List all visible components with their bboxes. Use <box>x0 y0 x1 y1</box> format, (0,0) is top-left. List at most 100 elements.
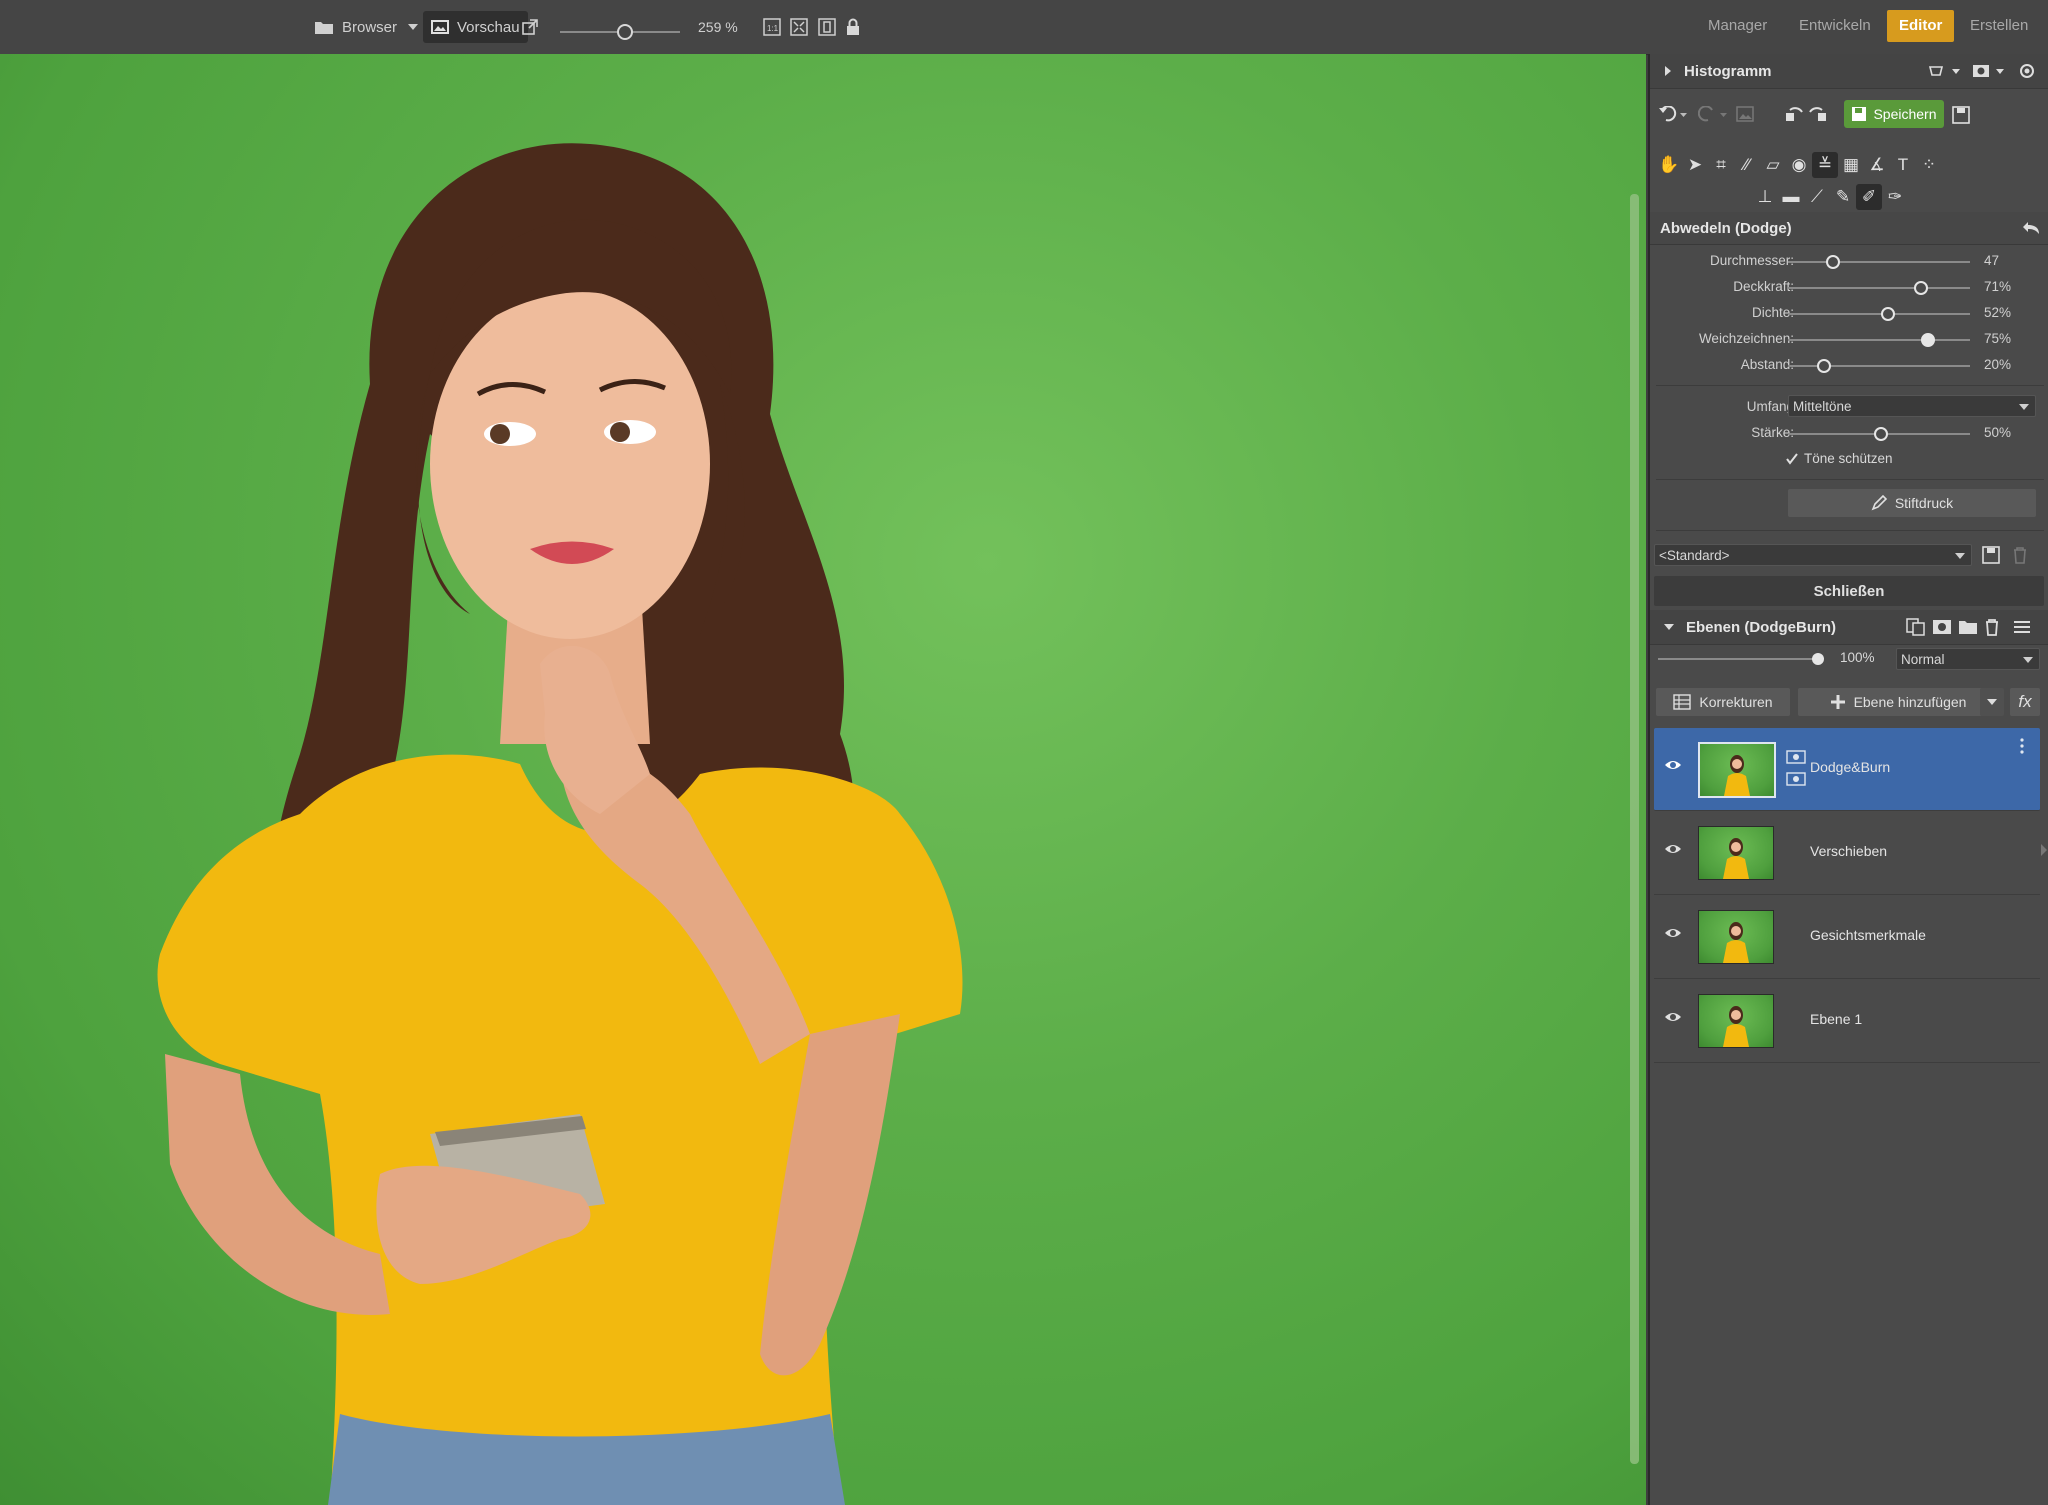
save-as-icon[interactable] <box>1952 106 1970 124</box>
slider-weichzeichnen[interactable]: Weichzeichnen: 75% <box>1650 326 2048 352</box>
vorschau-button[interactable]: Vorschau <box>423 11 528 43</box>
layer-thumbnail <box>1698 826 1774 880</box>
dodge-burn-tool-icon[interactable]: ≚ <box>1812 152 1838 178</box>
durchmesser-knob[interactable] <box>1826 255 1840 269</box>
layers-header[interactable]: Ebenen (DodgeBurn) <box>1650 610 2048 645</box>
mode-erstellen[interactable]: Erstellen <box>1958 10 2040 42</box>
visibility-eye-icon[interactable] <box>1664 759 1682 771</box>
svg-text:1:1: 1:1 <box>767 24 779 33</box>
more-tools-icon[interactable]: ⁘ <box>1916 152 1942 178</box>
gradient-tool-icon[interactable]: ∡ <box>1864 152 1890 178</box>
slider-dichte[interactable]: Dichte: 52% <box>1650 300 2048 326</box>
zoom-1-1-icon[interactable]: 1:1 <box>763 0 781 54</box>
dodge-brush-icon[interactable]: ✐ <box>1856 184 1882 210</box>
mode-entwickeln[interactable]: Entwickeln <box>1787 10 1883 42</box>
mask-display-icon[interactable] <box>1972 63 2008 79</box>
clone-stamp-icon[interactable]: ⊥ <box>1752 184 1778 210</box>
browser-button[interactable]: Browser <box>314 0 397 54</box>
original-image-icon[interactable] <box>1736 106 1754 122</box>
close-button[interactable]: Schließen <box>1654 576 2044 606</box>
fx-button[interactable]: fx <box>2010 688 2040 716</box>
layer-item-dodge-burn[interactable]: Dodge&Burn <box>1654 728 2040 811</box>
layer-name: Verschieben <box>1810 843 1888 859</box>
stiftdruck-button[interactable]: Stiftdruck <box>1788 489 2036 517</box>
mode-editor[interactable]: Editor <box>1887 10 1955 42</box>
delete-preset-icon[interactable] <box>2012 546 2028 564</box>
settings-gear-icon[interactable] <box>2018 62 2036 80</box>
reset-arrow-icon[interactable] <box>2022 221 2040 235</box>
weichzeichnen-knob[interactable] <box>1921 333 1935 347</box>
layer-item-ebene-1[interactable]: Ebene 1 <box>1654 980 2040 1063</box>
crop-icon[interactable]: ⌗ <box>1708 152 1734 178</box>
fit-screen-icon[interactable] <box>790 0 808 54</box>
save-button[interactable]: Speichern <box>1844 100 1944 128</box>
lock-icon[interactable] <box>846 0 860 54</box>
undo-icon[interactable] <box>1658 106 1688 122</box>
red-eye-icon[interactable]: ◉ <box>1786 152 1812 178</box>
text-tool-icon[interactable]: T <box>1890 152 1916 178</box>
eraser-icon[interactable]: ▬ <box>1778 184 1804 210</box>
staerke-knob[interactable] <box>1874 427 1888 441</box>
zoom-slider-knob[interactable] <box>617 24 633 40</box>
layers-title: Ebenen (DodgeBurn) <box>1686 618 1836 636</box>
duplicate-layer-icon[interactable] <box>1906 618 1926 636</box>
abstand-knob[interactable] <box>1817 359 1831 373</box>
visibility-eye-icon[interactable] <box>1664 927 1682 939</box>
external-window-icon[interactable] <box>522 0 538 54</box>
select-arrow-icon[interactable]: ➤ <box>1682 152 1708 178</box>
straighten-icon[interactable]: ⁄⁄ <box>1734 152 1760 178</box>
mode-manager[interactable]: Manager <box>1696 10 1779 42</box>
add-layer-dropdown[interactable] <box>1980 688 2004 716</box>
browser-dropdown-icon[interactable] <box>408 0 418 54</box>
slider-abstand[interactable]: Abstand: 20% <box>1650 352 2048 378</box>
panel-collapse-arrow-icon[interactable] <box>2040 844 2048 856</box>
slider-durchmesser[interactable]: Durchmesser: 47 <box>1650 248 2048 274</box>
visibility-eye-icon[interactable] <box>1664 843 1682 855</box>
redo-icon[interactable] <box>1698 106 1728 122</box>
layer-opacity-knob[interactable] <box>1812 653 1824 665</box>
rotate-right-icon[interactable] <box>1808 104 1828 124</box>
histogram-filter-icon[interactable] <box>1928 63 1964 79</box>
layer-more-icon[interactable] <box>2020 738 2024 754</box>
durchmesser-track[interactable] <box>1788 261 1970 263</box>
dichte-knob[interactable] <box>1881 307 1895 321</box>
brush-icon[interactable]: ⟋ <box>1804 184 1830 210</box>
canvas-scrollbar[interactable] <box>1630 194 1639 1464</box>
layer-opacity-track[interactable] <box>1658 658 1818 660</box>
layer-mask-secondary-icon[interactable] <box>1786 772 1806 786</box>
burn-brush-icon[interactable]: ✑ <box>1882 184 1908 210</box>
histogram-header[interactable]: Histogramm <box>1650 54 2048 89</box>
add-layer-button[interactable]: Ebene hinzufügen <box>1798 688 1998 716</box>
fit-height-icon[interactable] <box>818 0 836 54</box>
staerke-value: 50% <box>1984 425 2012 440</box>
hand-tool-icon[interactable]: ✋ <box>1656 152 1682 178</box>
dichte-track[interactable] <box>1788 313 1970 315</box>
grid-transform-icon[interactable]: ▦ <box>1838 152 1864 178</box>
layers-menu-icon[interactable] <box>2014 620 2030 634</box>
umfang-select[interactable]: Mitteltöne <box>1788 395 2036 417</box>
visibility-eye-icon[interactable] <box>1664 1011 1682 1023</box>
deckkraft-knob[interactable] <box>1914 281 1928 295</box>
trash-icon[interactable] <box>1984 618 2000 636</box>
vorschau-label: Vorschau <box>457 18 520 36</box>
layer-mask-icon[interactable] <box>1786 750 1806 764</box>
layer-item-verschieben[interactable]: Verschieben <box>1654 812 2040 895</box>
image-canvas[interactable] <box>0 54 1646 1505</box>
slider-deckkraft[interactable]: Deckkraft: 71% <box>1650 274 2048 300</box>
folder-icon[interactable] <box>1958 618 1978 636</box>
toene-schuetzen-checkbox[interactable]: Töne schützen <box>1786 451 1893 466</box>
slider-staerke[interactable]: Stärke: 50% <box>1650 420 2048 446</box>
weichzeichnen-track[interactable] <box>1788 339 1970 341</box>
perspective-icon[interactable]: ▱ <box>1760 152 1786 178</box>
korrekturen-button[interactable]: Korrekturen <box>1656 688 1790 716</box>
preset-select[interactable]: <Standard> <box>1654 544 1972 566</box>
layer-item-gesichtsmerkmale[interactable]: Gesichtsmerkmale <box>1654 896 2040 979</box>
healing-icon[interactable]: ✎ <box>1830 184 1856 210</box>
add-mask-icon[interactable] <box>1932 618 1952 636</box>
deckkraft-track[interactable] <box>1788 287 1970 289</box>
save-preset-icon[interactable] <box>1982 546 2000 564</box>
layer-opacity-value: 100% <box>1840 650 1875 665</box>
rotate-left-icon[interactable] <box>1784 104 1804 124</box>
abstand-track[interactable] <box>1788 365 1970 367</box>
blend-mode-select[interactable]: Normal <box>1896 648 2040 670</box>
